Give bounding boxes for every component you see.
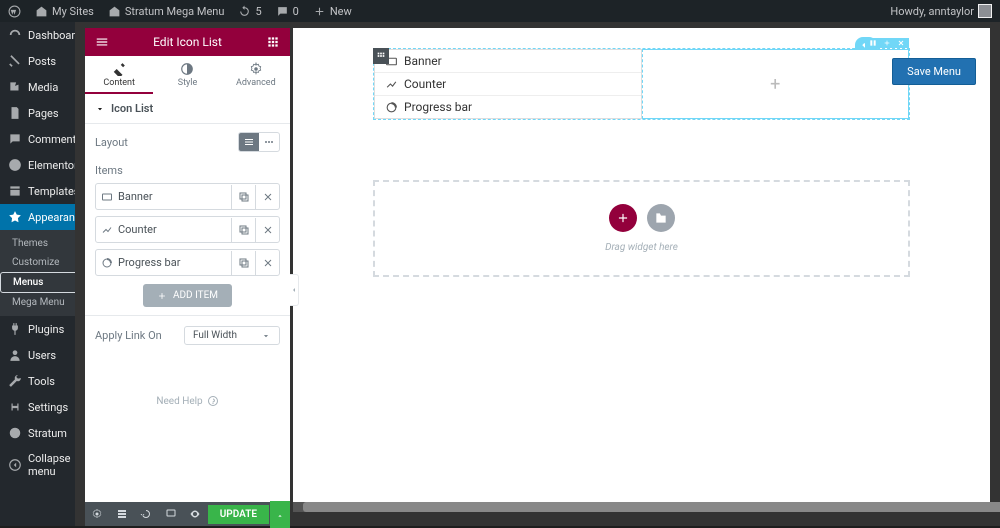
history-icon[interactable]: [134, 508, 159, 520]
wp-logo[interactable]: [8, 5, 21, 18]
apply-link-label: Apply Link On: [95, 329, 162, 342]
banner-icon: [96, 191, 118, 203]
new-section-dropzone[interactable]: Drag widget here: [373, 180, 910, 277]
preview-icon[interactable]: [183, 508, 208, 520]
mega-menu-overlay: ✕ Save Menu Edit Icon List Content Style…: [75, 22, 1000, 526]
need-help[interactable]: Need Help: [85, 355, 290, 447]
widgets-icon[interactable]: [256, 35, 290, 49]
panel-collapse-icon[interactable]: [289, 274, 299, 306]
new-content[interactable]: New: [313, 5, 352, 18]
section[interactable]: Banner Counter Progress bar +: [373, 48, 910, 120]
apply-link-select[interactable]: Full Width: [184, 326, 280, 345]
column-right[interactable]: +: [642, 49, 910, 119]
tab-content[interactable]: Content: [85, 56, 153, 94]
panel-title: Edit Icon List: [119, 35, 256, 49]
progress-icon: [96, 257, 118, 269]
close-icon[interactable]: ✕: [964, 28, 982, 53]
add-column-icon: [883, 39, 891, 47]
remove-icon[interactable]: [255, 185, 279, 209]
add-widget-icon[interactable]: +: [770, 74, 780, 95]
horizontal-scrollbar[interactable]: [293, 502, 990, 512]
close-column-icon: [897, 39, 905, 47]
list-item: Counter: [375, 73, 641, 96]
items-label: Items: [85, 160, 290, 183]
duplicate-icon[interactable]: [231, 251, 255, 275]
layout-list-icon[interactable]: [239, 133, 259, 151]
tab-advanced[interactable]: Advanced: [222, 56, 290, 94]
counter-icon: [96, 224, 118, 236]
layout-label: Layout: [95, 136, 128, 149]
column-icon: [869, 39, 877, 47]
add-template-button[interactable]: [647, 204, 675, 232]
navigator-icon[interactable]: [110, 508, 135, 520]
column-left[interactable]: Banner Counter Progress bar: [374, 49, 642, 119]
comments-count[interactable]: 0: [276, 5, 299, 18]
panel-footer: UPDATE: [85, 502, 290, 526]
item-banner[interactable]: Banner: [95, 183, 280, 210]
responsive-icon[interactable]: [159, 508, 184, 520]
wp-admin-bar: My Sites Stratum Mega Menu 5 0 New Howdy…: [0, 0, 1000, 22]
column-controls[interactable]: [865, 38, 909, 48]
elementor-panel: Edit Icon List Content Style Advanced Ic…: [85, 28, 290, 526]
tab-style[interactable]: Style: [153, 56, 221, 94]
layout-toggle[interactable]: [238, 132, 280, 152]
add-section-button[interactable]: [609, 204, 637, 232]
panel-header: Edit Icon List: [85, 28, 290, 56]
section-icon-list[interactable]: Icon List: [85, 94, 290, 124]
save-menu-button[interactable]: Save Menu: [892, 58, 976, 85]
list-item: Progress bar: [375, 96, 641, 118]
control-apply-link: Apply Link On Full Width: [85, 315, 290, 355]
updates[interactable]: 5: [238, 5, 261, 18]
settings-icon[interactable]: [85, 508, 110, 520]
howdy-user[interactable]: Howdy, anntaylor: [890, 4, 992, 18]
site-name[interactable]: Stratum Mega Menu: [108, 5, 225, 18]
update-button[interactable]: UPDATE: [208, 505, 269, 524]
remove-icon[interactable]: [255, 218, 279, 242]
my-sites[interactable]: My Sites: [35, 5, 94, 18]
list-item: Banner: [375, 50, 641, 73]
panel-tabs: Content Style Advanced: [85, 56, 290, 94]
layout-inline-icon[interactable]: [259, 133, 279, 151]
avatar: [978, 4, 992, 18]
control-layout: Layout: [85, 124, 290, 160]
menu-icon[interactable]: [85, 35, 119, 49]
item-counter[interactable]: Counter: [95, 216, 280, 243]
duplicate-icon[interactable]: [231, 218, 255, 242]
add-item-button[interactable]: ADD ITEM: [143, 284, 232, 307]
drag-widget-label: Drag widget here: [605, 242, 678, 253]
editor-canvas: Banner Counter Progress bar + Drag widge…: [293, 28, 990, 512]
panel-body: Icon List Layout Items Banner Counter: [85, 94, 290, 502]
remove-icon[interactable]: [255, 251, 279, 275]
duplicate-icon[interactable]: [231, 185, 255, 209]
update-options-icon[interactable]: [270, 501, 290, 528]
item-progress-bar[interactable]: Progress bar: [95, 249, 280, 276]
section-handle-icon[interactable]: [373, 48, 389, 64]
